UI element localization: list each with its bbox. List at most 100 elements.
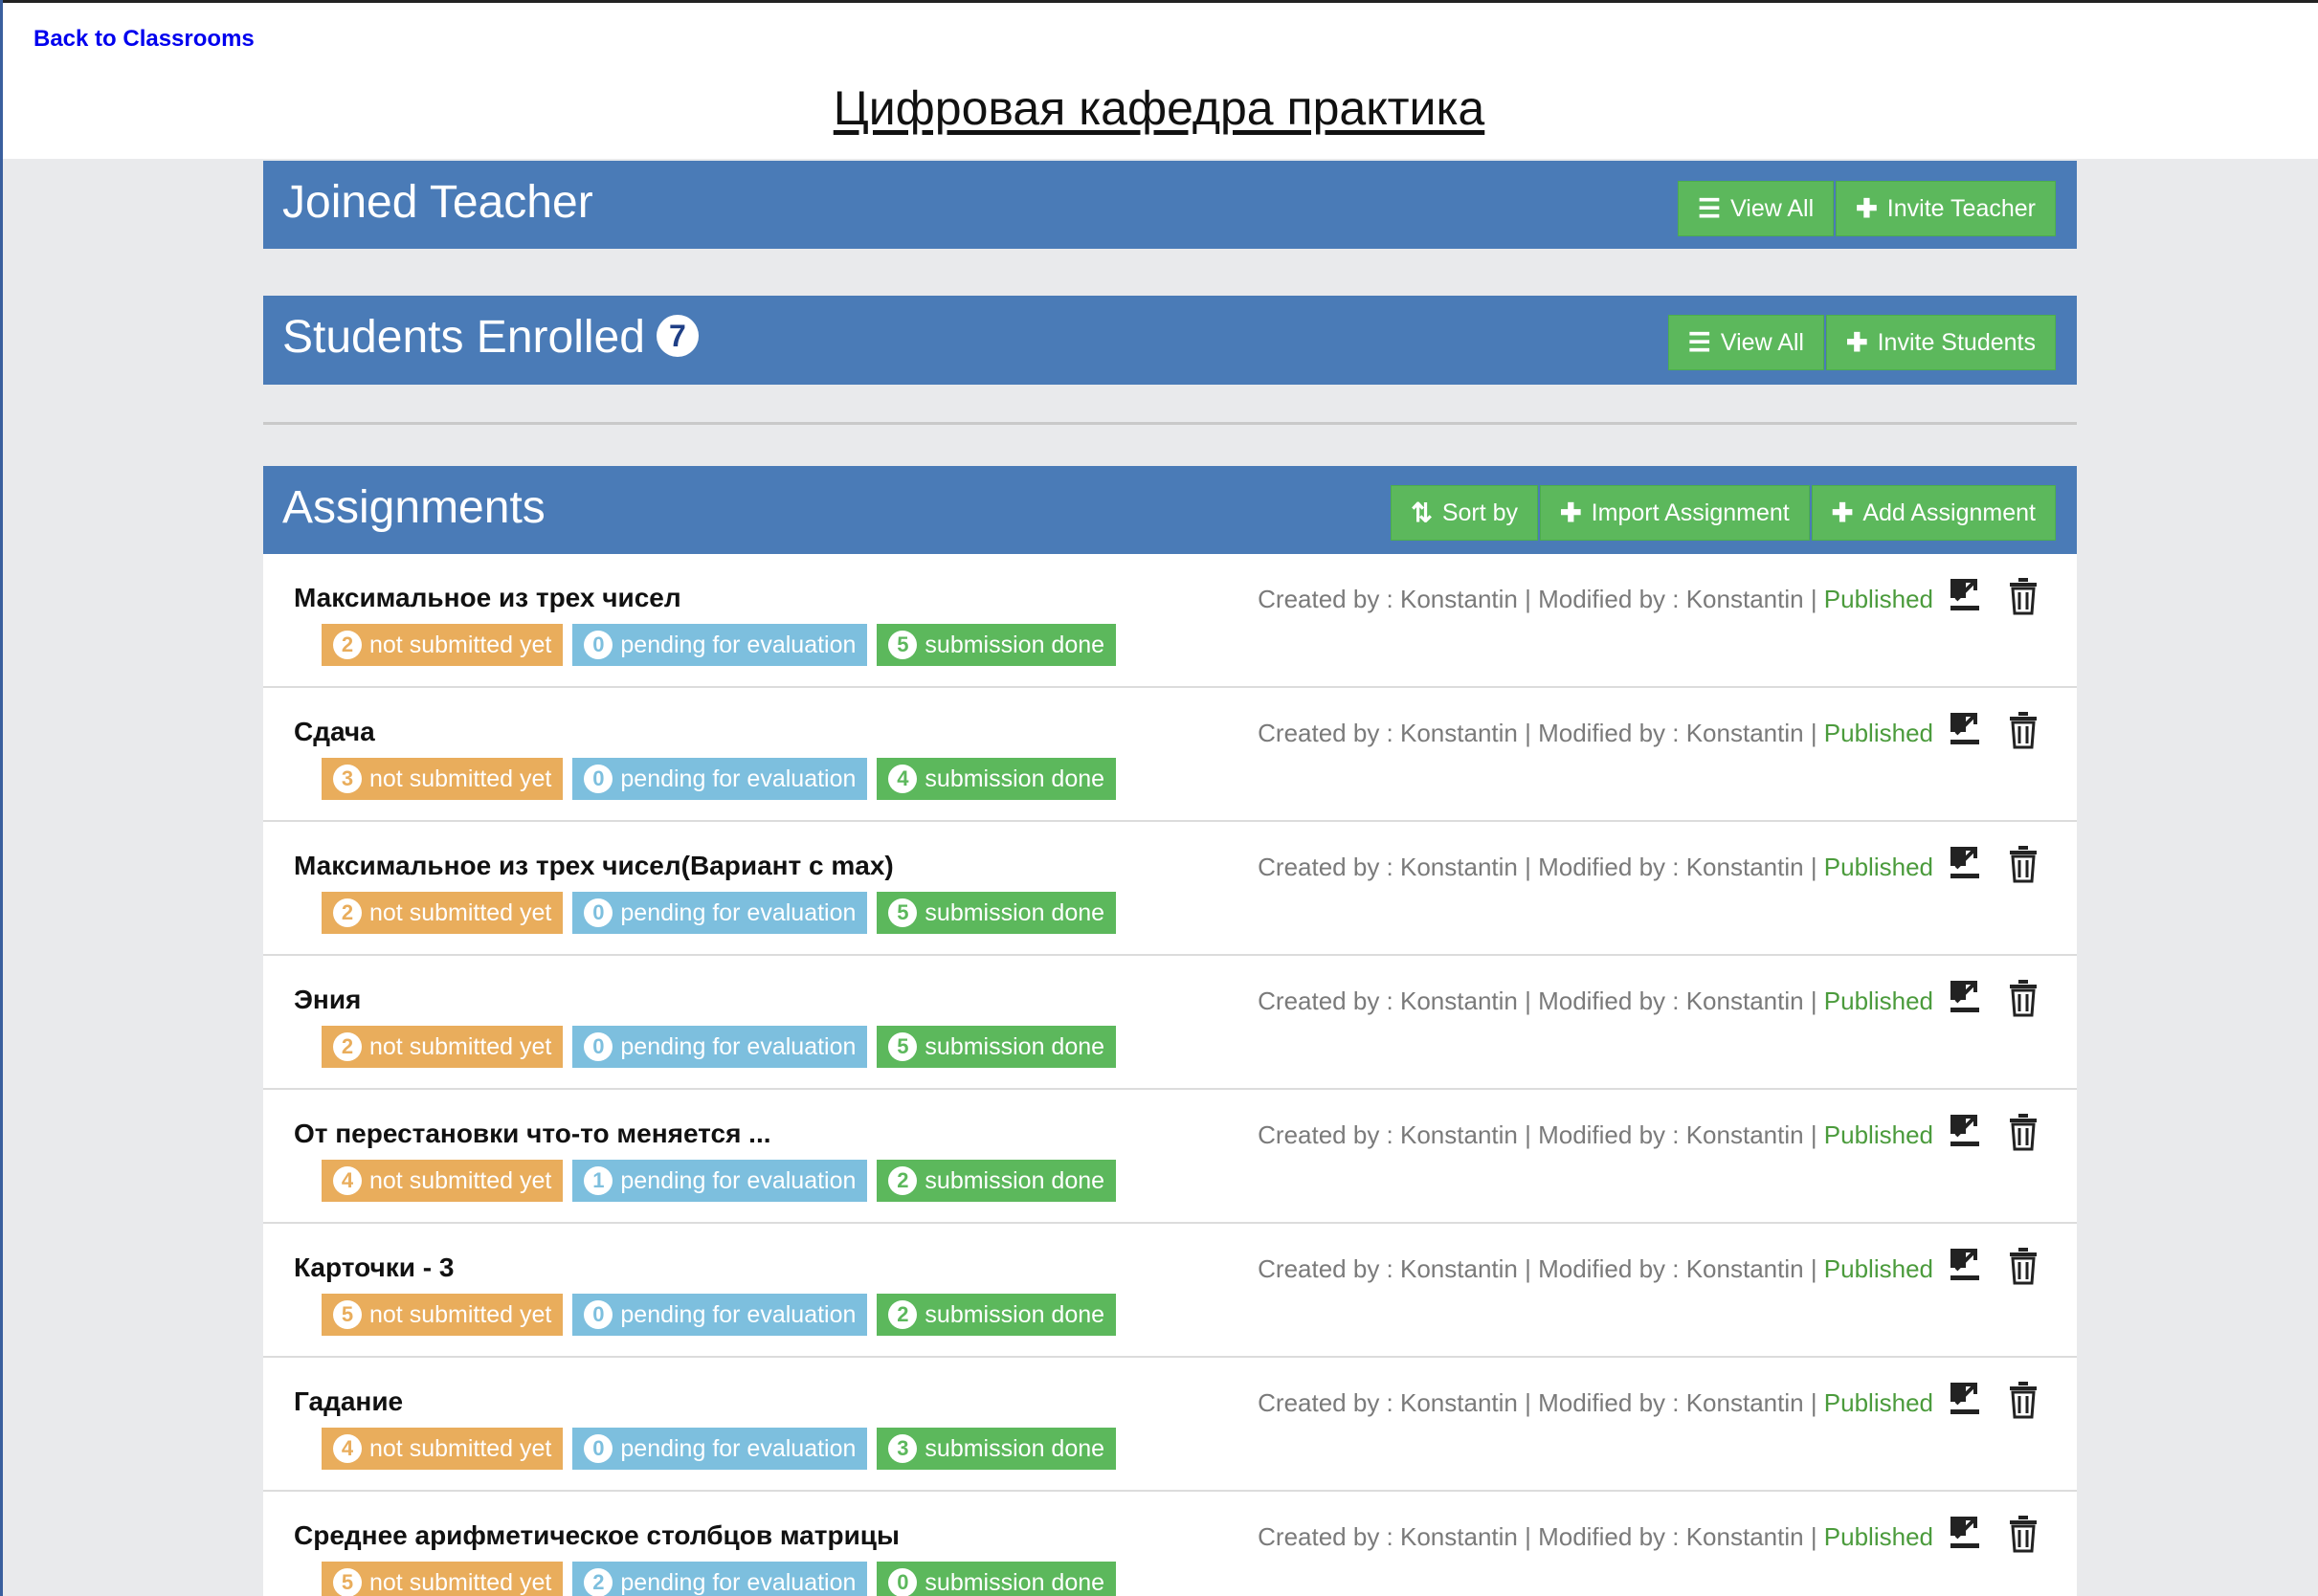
assignment-row: Сдача 3 not submitted yet 0 pending for … <box>263 688 2077 822</box>
trash-icon[interactable] <box>2007 1113 2039 1151</box>
export-icon[interactable] <box>1949 711 1981 749</box>
trash-icon[interactable] <box>2007 979 2039 1017</box>
pending-evaluation-label[interactable]: 0 pending for evaluation <box>572 624 868 666</box>
students-count-badge: 7 <box>656 315 699 357</box>
submission-done-count: 4 <box>888 765 918 793</box>
assignment-title[interactable]: От перестановки что-то меняется ... <box>294 1119 771 1149</box>
meta-separator: | <box>1525 853 1539 881</box>
modified-by: Modified by : Konstantin <box>1538 719 1804 747</box>
submission-done-label[interactable]: 0 submission done <box>877 1562 1117 1596</box>
submission-done-label[interactable]: 2 submission done <box>877 1160 1117 1202</box>
invite-students-button[interactable]: ✚ Invite Students <box>1825 315 2056 370</box>
import-assignment-label: Import Assignment <box>1591 499 1790 526</box>
assignment-row: Максимальное из трех чисел 2 not submitt… <box>263 554 2077 688</box>
pending-evaluation-label[interactable]: 2 pending for evaluation <box>572 1562 868 1596</box>
meta-separator: | <box>1525 585 1539 613</box>
not-submitted-label[interactable]: 2 not submitted yet <box>322 892 564 934</box>
not-submitted-count: 2 <box>333 631 362 659</box>
meta-separator: | <box>1525 1522 1539 1551</box>
add-assignment-button[interactable]: ✚ Add Assignment <box>1811 485 2056 541</box>
export-icon[interactable] <box>1949 1247 1981 1285</box>
not-submitted-label[interactable]: 5 not submitted yet <box>322 1562 564 1596</box>
assignment-title[interactable]: Эния <box>294 985 361 1015</box>
submission-done-label[interactable]: 5 submission done <box>877 892 1117 934</box>
assignment-title[interactable]: Максимальное из трех чисел(Вариант с max… <box>294 851 894 881</box>
created-by: Created by : Konstantin <box>1258 719 1518 747</box>
pending-evaluation-label[interactable]: 0 pending for evaluation <box>572 892 868 934</box>
invite-teacher-button[interactable]: ✚ Invite Teacher <box>1836 181 2056 236</box>
pending-evaluation-count: 0 <box>584 765 613 793</box>
publish-status: Published <box>1823 1388 1933 1417</box>
assignment-meta: Created by : Konstantin | Modified by : … <box>1258 585 1933 614</box>
import-assignment-button[interactable]: ✚ Import Assignment <box>1540 485 1810 541</box>
sort-by-button[interactable]: ⇅ Sort by <box>1391 485 1539 541</box>
trash-icon[interactable] <box>2007 1515 2039 1553</box>
not-submitted-count: 5 <box>333 1300 362 1329</box>
export-icon[interactable] <box>1949 1381 1981 1419</box>
submission-done-text: submission done <box>925 765 1105 792</box>
pending-evaluation-text: pending for evaluation <box>620 898 857 926</box>
not-submitted-label[interactable]: 2 not submitted yet <box>322 624 564 666</box>
pending-evaluation-label[interactable]: 1 pending for evaluation <box>572 1160 868 1202</box>
assignment-meta: Created by : Konstantin | Modified by : … <box>1258 853 1933 882</box>
submission-done-label[interactable]: 3 submission done <box>877 1428 1117 1470</box>
not-submitted-label[interactable]: 2 not submitted yet <box>322 1026 564 1068</box>
export-icon[interactable] <box>1949 1113 1981 1151</box>
plus-icon: ✚ <box>1831 498 1854 527</box>
plus-icon: ✚ <box>1560 498 1582 527</box>
section-divider <box>263 422 2077 425</box>
export-icon[interactable] <box>1949 577 1981 615</box>
trash-icon[interactable] <box>2007 1247 2039 1285</box>
not-submitted-text: not submitted yet <box>369 1300 552 1328</box>
meta-separator: | <box>1810 585 1824 613</box>
pending-evaluation-label[interactable]: 0 pending for evaluation <box>572 1428 868 1470</box>
not-submitted-label[interactable]: 4 not submitted yet <box>322 1160 564 1202</box>
assignment-title[interactable]: Сдача <box>294 717 375 747</box>
not-submitted-count: 2 <box>333 898 362 927</box>
assignment-meta: Created by : Konstantin | Modified by : … <box>1258 986 1933 1016</box>
not-submitted-label[interactable]: 5 not submitted yet <box>322 1294 564 1336</box>
assignment-meta: Created by : Konstantin | Modified by : … <box>1258 719 1933 748</box>
pending-evaluation-count: 0 <box>584 898 613 927</box>
pending-evaluation-label[interactable]: 0 pending for evaluation <box>572 1294 868 1336</box>
export-icon[interactable] <box>1949 845 1981 883</box>
trash-icon[interactable] <box>2007 711 2039 749</box>
view-all-students-button[interactable]: ☰ View All <box>1667 315 1824 370</box>
submission-done-label[interactable]: 5 submission done <box>877 624 1117 666</box>
back-to-classrooms-link[interactable]: Back to Classrooms <box>33 26 255 53</box>
joined-teacher-actions: ☰ View All ✚ Invite Teacher <box>1677 181 2056 236</box>
pending-evaluation-count: 1 <box>584 1166 613 1195</box>
publish-status: Published <box>1823 986 1933 1015</box>
students-enrolled-title: Students Enrolled 7 <box>282 311 699 364</box>
assignment-meta: Created by : Konstantin | Modified by : … <box>1258 1388 1933 1418</box>
assignment-title[interactable]: Гадание <box>294 1386 403 1417</box>
export-icon[interactable] <box>1949 1515 1981 1553</box>
trash-icon[interactable] <box>2007 577 2039 615</box>
submission-done-label[interactable]: 5 submission done <box>877 1026 1117 1068</box>
created-by: Created by : Konstantin <box>1258 1254 1518 1283</box>
publish-status: Published <box>1823 1254 1933 1283</box>
created-by: Created by : Konstantin <box>1258 853 1518 881</box>
submission-done-count: 5 <box>888 898 918 927</box>
view-all-teachers-button[interactable]: ☰ View All <box>1677 181 1835 236</box>
assignment-title[interactable]: Среднее арифметическое столбцов матрицы <box>294 1520 900 1551</box>
modified-by: Modified by : Konstantin <box>1538 986 1804 1015</box>
assignment-title[interactable]: Максимальное из трех чисел <box>294 583 681 613</box>
classroom-title[interactable]: Цифровая кафедра практика <box>0 80 2318 136</box>
invite-teacher-label: Invite Teacher <box>1886 194 2036 222</box>
assignment-title[interactable]: Карточки - 3 <box>294 1252 454 1283</box>
pending-evaluation-label[interactable]: 0 pending for evaluation <box>572 758 868 800</box>
submission-done-label[interactable]: 2 submission done <box>877 1294 1117 1336</box>
pending-evaluation-label[interactable]: 0 pending for evaluation <box>572 1026 868 1068</box>
assignments-panel-header: Assignments ⇅ Sort by ✚ Import Assignmen… <box>263 466 2077 554</box>
not-submitted-label[interactable]: 4 not submitted yet <box>322 1428 564 1470</box>
assignment-row: Эния 2 not submitted yet 0 pending for e… <box>263 956 2077 1090</box>
trash-icon[interactable] <box>2007 845 2039 883</box>
plus-icon: ✚ <box>1856 193 1878 223</box>
submission-done-label[interactable]: 4 submission done <box>877 758 1117 800</box>
not-submitted-label[interactable]: 3 not submitted yet <box>322 758 564 800</box>
assignment-row: Максимальное из трех чисел(Вариант с max… <box>263 822 2077 956</box>
export-icon[interactable] <box>1949 979 1981 1017</box>
trash-icon[interactable] <box>2007 1381 2039 1419</box>
not-submitted-text: not submitted yet <box>369 1032 552 1060</box>
